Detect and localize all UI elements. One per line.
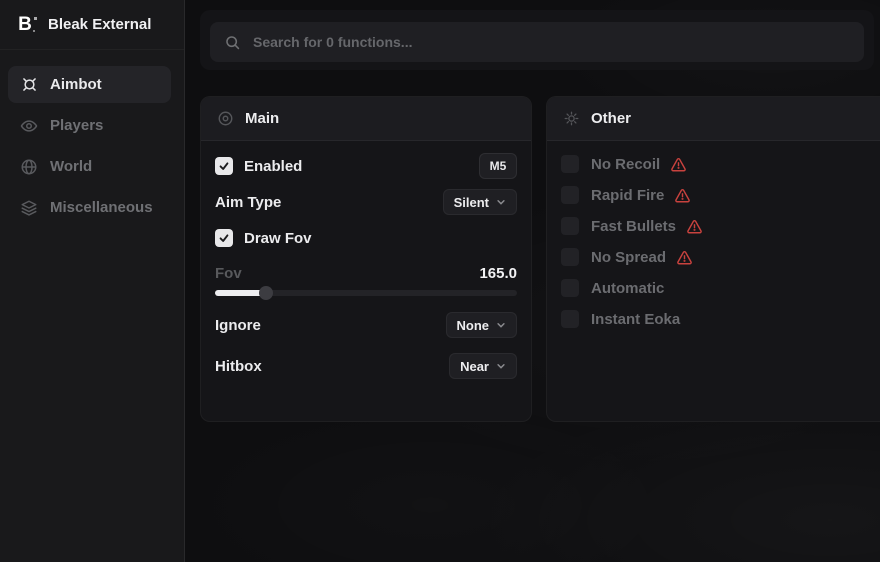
ignore-value: None [457,318,490,333]
sidebar: B Bleak External Aimbot Players [0,0,185,562]
main-panel-title: Main [245,110,279,127]
enabled-row: Enabled M5 [215,153,517,179]
other-feature-row: Rapid Fire [561,184,877,206]
draw-fov-checkbox[interactable] [215,229,233,247]
enabled-checkbox[interactable] [215,157,233,175]
warning-icon [676,249,693,266]
draw-fov-label: Draw Fov [244,230,312,247]
fov-value: 165.0 [479,265,517,282]
other-panel-header: Other [547,97,880,141]
warning-icon [670,156,687,173]
feature-label: Fast Bullets [591,218,676,235]
warning-icon [674,187,691,204]
fov-slider[interactable] [215,286,517,300]
feature-checkbox[interactable] [561,155,579,173]
fov-slider-thumb[interactable] [259,286,273,300]
app-logo-icon: B [14,14,36,36]
chevron-down-icon [496,197,506,207]
ignore-label: Ignore [215,317,261,334]
feature-checkbox[interactable] [561,248,579,266]
aim-type-dropdown[interactable]: Silent [443,189,517,215]
fov-value-row: Fov 165.0 [215,263,517,283]
aim-type-row: Aim Type Silent [215,189,517,215]
main-panel-body: Enabled M5 Aim Type Silent Draw Fov Fov [201,141,531,391]
sidebar-nav: Aimbot Players World [0,50,184,226]
feature-label: No Spread [591,249,666,266]
search-icon [224,34,241,51]
other-feature-row: Fast Bullets [561,215,877,237]
feature-checkbox[interactable] [561,186,579,204]
hitbox-value: Near [460,359,489,374]
globe-icon [20,158,38,176]
search-bar-container [200,10,874,70]
feature-label: Instant Eoka [591,311,680,328]
target-icon [217,110,234,127]
other-panel-title: Other [591,110,631,127]
gear-icon [563,110,580,127]
feature-checkbox[interactable] [561,217,579,235]
chevron-down-icon [496,361,506,371]
sidebar-item-aimbot[interactable]: Aimbot [8,66,171,103]
other-feature-row: No Recoil [561,153,877,175]
draw-fov-row: Draw Fov [215,225,517,251]
other-panel: Other No Recoil Rapid Fire [546,96,880,422]
ignore-dropdown[interactable]: None [446,312,518,338]
aim-type-value: Silent [454,195,489,210]
layers-icon [20,199,38,217]
feature-label: No Recoil [591,156,660,173]
enabled-label: Enabled [244,158,302,175]
sidebar-item-label: Players [50,117,103,134]
feature-label: Rapid Fire [591,187,664,204]
hitbox-label: Hitbox [215,358,262,375]
sidebar-header: B Bleak External [0,0,184,50]
aim-type-label: Aim Type [215,194,281,211]
sidebar-item-players[interactable]: Players [8,107,171,144]
feature-checkbox[interactable] [561,279,579,297]
hitbox-dropdown[interactable]: Near [449,353,517,379]
feature-checkbox[interactable] [561,310,579,328]
feature-label: Automatic [591,280,664,297]
main-panel-header: Main [201,97,531,141]
main-panel: Main Enabled M5 Aim Type Silent [200,96,532,422]
ignore-row: Ignore None [215,312,517,338]
search-bar[interactable] [210,22,864,62]
fov-slider-track[interactable] [215,290,517,296]
search-input[interactable] [253,34,850,50]
other-feature-row: Automatic [561,277,877,299]
enabled-keybind-badge[interactable]: M5 [479,153,517,179]
fov-slider-fill [215,290,266,296]
eye-icon [20,117,38,135]
crosshair-icon [20,76,38,94]
chevron-down-icon [496,320,506,330]
warning-icon [686,218,703,235]
sidebar-item-world[interactable]: World [8,148,171,185]
sidebar-item-miscellaneous[interactable]: Miscellaneous [8,189,171,226]
other-feature-row: No Spread [561,246,877,268]
sidebar-item-label: Miscellaneous [50,199,153,216]
app-title: Bleak External [48,16,151,33]
other-panel-body: No Recoil Rapid Fire Fast Bullets [547,141,880,342]
other-feature-row: Instant Eoka [561,308,877,330]
sidebar-item-label: World [50,158,92,175]
sidebar-item-label: Aimbot [50,76,102,93]
hitbox-row: Hitbox Near [215,353,517,379]
fov-label: Fov [215,265,242,282]
